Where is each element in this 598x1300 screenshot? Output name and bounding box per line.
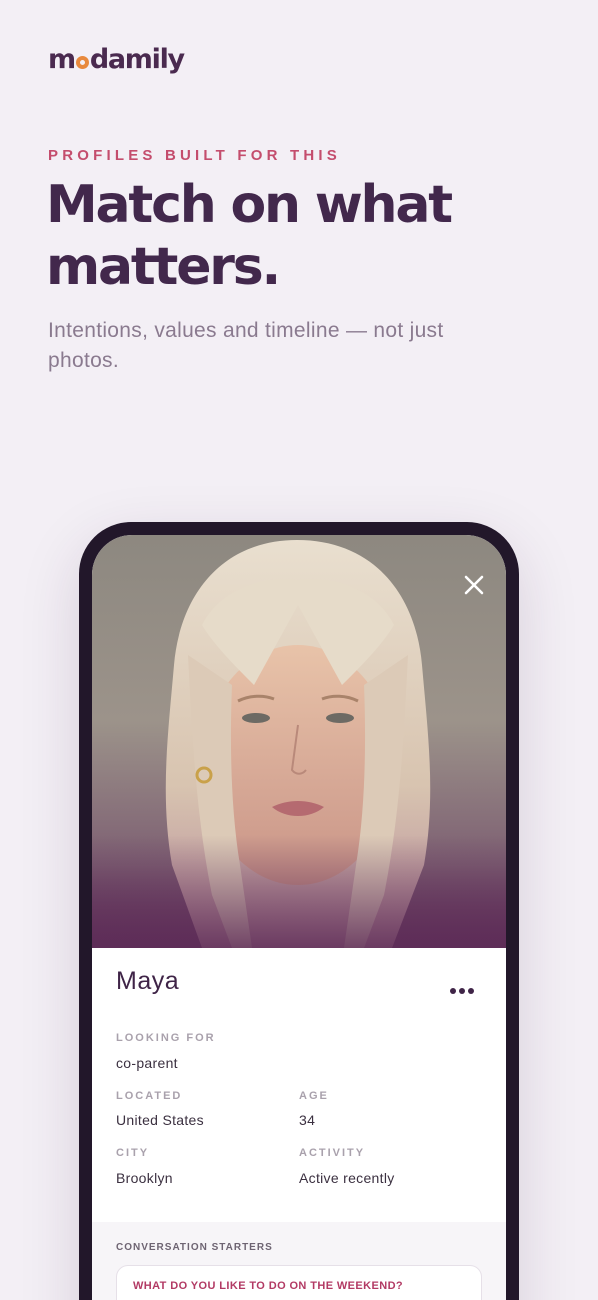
phone-mockup: Maya LOOKING FOR co-parent LOCATED Unite… — [79, 522, 519, 1300]
phone-screen: Maya LOOKING FOR co-parent LOCATED Unite… — [92, 535, 506, 1300]
located-label: LOCATED — [116, 1090, 183, 1102]
close-icon — [464, 575, 484, 595]
brand-logo[interactable]: m damily — [48, 44, 185, 75]
activity-label: ACTIVITY — [299, 1147, 366, 1159]
age-label: AGE — [299, 1090, 329, 1102]
logo-prefix: m — [48, 44, 76, 75]
page-subhead: Intentions, values and timeline — not ju… — [48, 319, 444, 372]
logo-o-mark — [75, 56, 89, 69]
logo-suffix: damily — [89, 44, 185, 75]
starter-question-card[interactable]: WHAT DO YOU LIKE TO DO ON THE WEEKEND? — [116, 1265, 482, 1300]
more-icon-dot — [450, 988, 456, 994]
looking-for-label: LOOKING FOR — [116, 1032, 216, 1044]
looking-for-value: co-parent — [116, 1055, 178, 1071]
more-options-button[interactable] — [450, 988, 474, 994]
profile-card: Maya LOOKING FOR co-parent LOCATED Unite… — [92, 948, 506, 1222]
close-button[interactable] — [462, 573, 486, 597]
more-icon-dot — [468, 988, 474, 994]
starter-question: WHAT DO YOU LIKE TO DO ON THE WEEKEND? — [133, 1280, 404, 1292]
profile-name: Maya — [116, 967, 180, 995]
age-value: 34 — [299, 1112, 316, 1128]
starters-title: CONVERSATION STARTERS — [116, 1242, 273, 1253]
eyebrow-label: PROFILES BUILT FOR THIS — [48, 147, 341, 164]
city-value: Brooklyn — [116, 1170, 173, 1186]
profile-photo — [92, 535, 506, 948]
city-label: CITY — [116, 1147, 150, 1159]
located-value: United States — [116, 1112, 204, 1128]
more-icon-dot — [459, 988, 465, 994]
page-headline: Match on what matters. — [46, 175, 453, 297]
portrait-illustration — [92, 540, 506, 948]
activity-value: Active recently — [299, 1170, 395, 1186]
conversation-starters: CONVERSATION STARTERS WHAT DO YOU LIKE T… — [92, 1222, 506, 1300]
